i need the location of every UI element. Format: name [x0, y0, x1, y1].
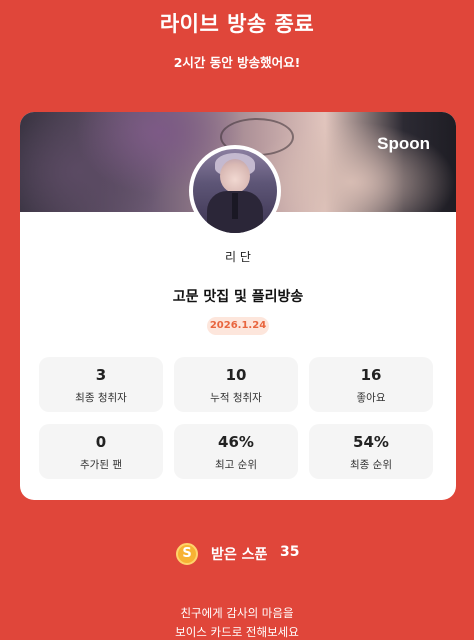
broadcast-title: 고문 맛집 및 플리방송 [172, 289, 304, 305]
stat-total-listeners: 10 누적 청취자 [174, 357, 298, 412]
received-spoons-count: 35 [280, 544, 300, 560]
stat-new-fans: 0 추가된 팬 [39, 424, 163, 479]
stat-value: 0 [95, 433, 107, 451]
stat-label: 추가된 팬 [80, 459, 122, 471]
stat-value: 54% [353, 433, 389, 451]
stat-label: 좋아요 [356, 392, 386, 404]
stat-final-rank: 54% 최종 순위 [309, 424, 433, 479]
stat-final-listeners: 3 최종 청취자 [39, 357, 163, 412]
avatar[interactable] [189, 145, 281, 237]
stat-value: 16 [360, 366, 382, 384]
stat-label: 누적 청취자 [210, 392, 262, 404]
stat-label: 최종 청취자 [75, 392, 127, 404]
stat-label: 최종 순위 [350, 459, 392, 471]
date-badge: 2026.1.24 [207, 317, 269, 335]
received-spoons-label: 받은 스푼 [211, 547, 268, 563]
stat-label: 최고 순위 [215, 459, 257, 471]
dj-nickname: 리 단 [225, 250, 251, 264]
broadcast-duration-text: 2시간 동안 방송했어요! [173, 55, 301, 70]
stat-value: 3 [95, 366, 107, 384]
stat-best-rank: 46% 최고 순위 [174, 424, 298, 479]
stat-value: 46% [218, 433, 254, 451]
stat-value: 10 [225, 366, 247, 384]
page-title: 라이브 방송 종료 [159, 12, 315, 36]
stat-likes: 16 좋아요 [309, 357, 433, 412]
thanks-message-line2: 보이스 카드로 전해보세요 [175, 625, 299, 639]
profile-image [193, 149, 277, 233]
spoon-logo: Spoon [377, 134, 430, 153]
thanks-message-line1: 친구에게 감사의 마음을 [180, 606, 294, 620]
spoon-coin-icon: S [176, 543, 198, 565]
broadcast-summary-card: Spoon 리 단 고문 맛집 및 플리방송 2026.1.24 3 최종 청취… [20, 112, 456, 500]
